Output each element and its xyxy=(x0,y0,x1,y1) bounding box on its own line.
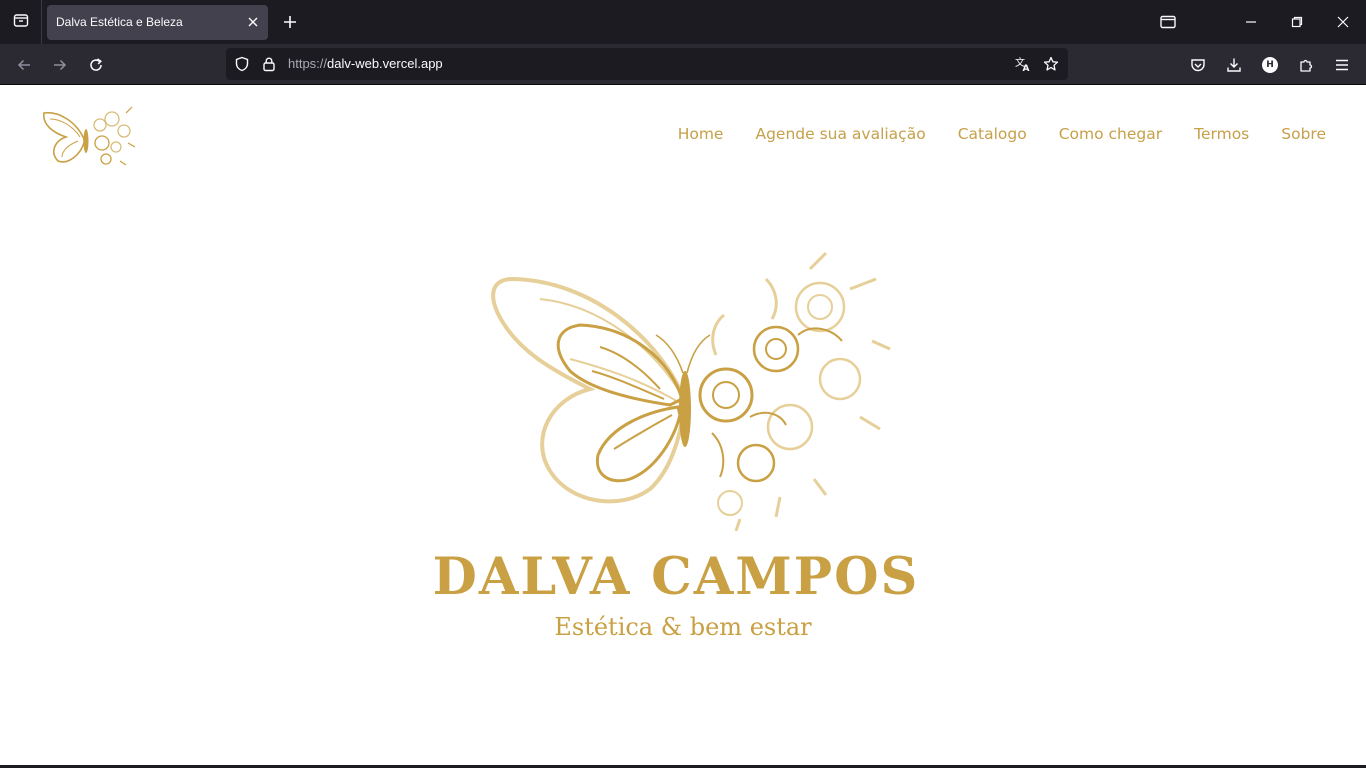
butterfly-logo-icon xyxy=(43,106,136,166)
url-host: dalv-web.vercel.app xyxy=(327,56,443,71)
site-header: Home Agende sua avaliação Catalogo Como … xyxy=(0,85,1366,181)
nav-link-home[interactable]: Home xyxy=(678,125,724,143)
browser-tab-strip: Dalva Estética e Beleza xyxy=(0,0,1366,44)
list-all-tabs-button[interactable] xyxy=(0,0,42,44)
butterfly-flower-icon xyxy=(491,251,891,532)
minimize-button[interactable] xyxy=(1237,8,1265,36)
close-window-button[interactable] xyxy=(1329,8,1357,36)
new-tab-button[interactable] xyxy=(279,11,301,33)
reload-icon xyxy=(90,58,102,71)
tab-title: Dalva Estética e Beleza xyxy=(56,15,183,29)
site-nav: Home Agende sua avaliação Catalogo Como … xyxy=(678,125,1326,143)
brand-tagline: Estética & bem estar xyxy=(554,613,812,641)
site-logo[interactable] xyxy=(40,103,138,169)
shield-icon[interactable] xyxy=(232,54,252,74)
app-menu-button[interactable] xyxy=(1330,53,1354,77)
close-window-icon xyxy=(1337,16,1349,28)
svg-text:A: A xyxy=(1023,64,1030,73)
nav-link-sobre[interactable]: Sobre xyxy=(1281,125,1326,143)
folder-icon xyxy=(1160,15,1176,29)
forward-arrow-icon xyxy=(54,59,67,71)
profile-button[interactable]: H xyxy=(1258,53,1282,77)
download-icon xyxy=(1227,58,1241,72)
close-icon xyxy=(248,17,258,27)
tab-manager-button[interactable] xyxy=(1154,8,1182,36)
forward-button[interactable] xyxy=(48,53,72,77)
nav-link-catalogo[interactable]: Catalogo xyxy=(958,125,1027,143)
url-bar[interactable]: https://dalv-web.vercel.app 文A xyxy=(226,48,1068,80)
extensions-icon xyxy=(1300,59,1313,72)
nav-link-agende[interactable]: Agende sua avaliação xyxy=(755,125,925,143)
pocket-icon xyxy=(1191,59,1205,72)
tab-close-button[interactable] xyxy=(245,14,261,30)
restore-button[interactable] xyxy=(1283,8,1311,36)
hero-logo xyxy=(480,249,900,532)
brand-name: DALVA CAMPOS xyxy=(432,547,920,607)
nav-link-termos[interactable]: Termos xyxy=(1194,125,1249,143)
tab-active[interactable]: Dalva Estética e Beleza xyxy=(47,5,268,40)
translate-icon[interactable]: 文A xyxy=(1013,54,1033,74)
profile-avatar: H xyxy=(1262,57,1278,73)
pocket-button[interactable] xyxy=(1186,53,1210,77)
downloads-button[interactable] xyxy=(1222,53,1246,77)
restore-icon xyxy=(1291,16,1303,28)
lock-icon[interactable] xyxy=(259,54,279,74)
plus-icon xyxy=(284,16,296,28)
url-text[interactable]: https://dalv-web.vercel.app xyxy=(288,56,443,71)
nav-link-como-chegar[interactable]: Como chegar xyxy=(1059,125,1162,143)
star-icon[interactable] xyxy=(1041,54,1061,74)
list-all-tabs-icon xyxy=(13,12,29,33)
back-arrow-icon xyxy=(17,59,30,71)
menu-icon xyxy=(1336,59,1348,71)
browser-nav-bar: https://dalv-web.vercel.app 文A H xyxy=(0,44,1366,85)
url-protocol: https:// xyxy=(288,56,328,71)
reload-button[interactable] xyxy=(84,53,108,77)
hero-section: DALVA CAMPOS Estética & bem estar xyxy=(0,181,1366,768)
extensions-button[interactable] xyxy=(1294,53,1318,77)
minimize-icon xyxy=(1246,21,1256,23)
back-button[interactable] xyxy=(12,53,36,77)
